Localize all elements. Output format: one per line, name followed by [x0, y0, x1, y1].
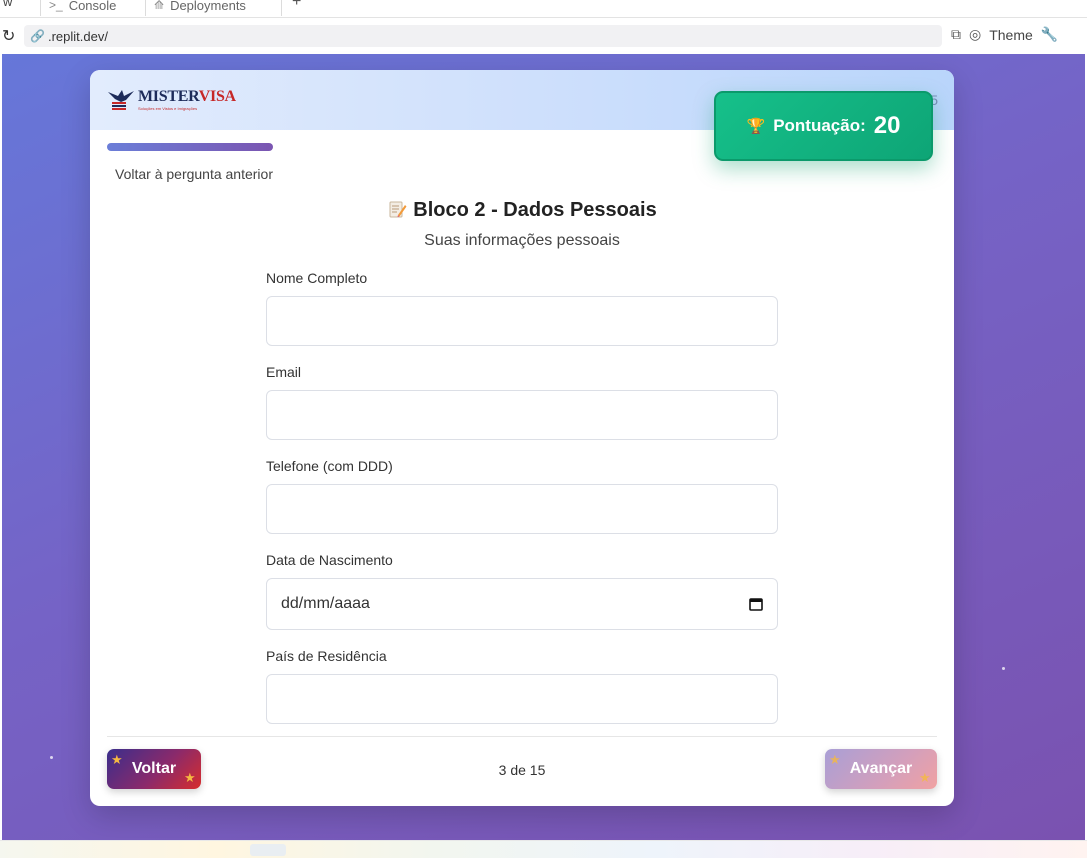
mistervisa-logo: MISTERVISA Soluções em Vistos e Imigraçõ… — [106, 82, 236, 112]
browser-tools: ⧉ ◎ Theme 🔧 — [951, 26, 1058, 43]
full-name-label: Nome Completo — [266, 270, 368, 286]
block-title: Bloco 2 - Dados Pessoais — [90, 199, 954, 222]
score-label: Pontuação: — [773, 116, 866, 135]
browser-tab-bar: w >_ Console ⟰ Deployments + — [0, 0, 1087, 18]
birthdate-label: Data de Nascimento — [266, 552, 393, 568]
new-tab-button[interactable]: + — [292, 0, 301, 11]
phone-field[interactable] — [266, 484, 778, 534]
trophy-icon: 🏆 — [746, 118, 766, 135]
star-icon: ★ — [919, 770, 931, 785]
email-field[interactable] — [266, 390, 778, 440]
block-subtitle: Suas informações pessoais — [424, 232, 620, 249]
link-icon: 🔗 — [30, 29, 45, 43]
deploy-icon: ⟰ — [154, 0, 165, 12]
country-label: País de Residência — [266, 648, 387, 664]
progress-bar — [107, 143, 273, 151]
bottom-strip — [0, 840, 1087, 858]
score-value: 20 — [873, 112, 901, 139]
devices-icon[interactable]: ⧉ — [951, 26, 961, 43]
brand-name: MISTERVISA — [138, 88, 236, 105]
footer-divider — [107, 736, 937, 737]
brand-tagline: Soluções em Vistos e Imigrações — [138, 106, 198, 111]
tab-deployments[interactable]: ⟰ Deployments — [146, 0, 282, 16]
next-button[interactable]: ★ Avançar ★ — [825, 749, 937, 789]
wrench-icon[interactable]: 🔧 — [1041, 26, 1058, 43]
tab-label: Console — [68, 0, 117, 13]
birthdate-field[interactable]: dd/mm/aaaa — [266, 578, 778, 630]
tab-console[interactable]: >_ Console — [40, 0, 146, 16]
palette-icon[interactable]: ◎ — [969, 26, 981, 43]
address-bar: ↻ 🔗 .replit.dev/ ⧉ ◎ Theme 🔧 — [0, 18, 1087, 52]
email-label: Email — [266, 364, 302, 380]
strip-pill — [250, 844, 286, 856]
sparkle-dot — [50, 756, 53, 759]
terminal-icon: >_ — [49, 0, 63, 12]
url-field[interactable]: 🔗 .replit.dev/ — [24, 25, 942, 47]
phone-label: Telefone (com DDD) — [266, 458, 393, 474]
previous-question-link[interactable]: Voltar à pergunta anterior — [115, 166, 273, 182]
cut-tab-text: w — [3, 0, 13, 9]
memo-icon — [389, 201, 407, 218]
calendar-icon[interactable] — [749, 597, 763, 611]
quiz-card: MISTERVISA Soluções em Vistos e Imigraçõ… — [90, 70, 954, 806]
theme-button[interactable]: Theme — [989, 27, 1033, 43]
sparkle-dot — [1002, 667, 1005, 670]
url-text: .replit.dev/ — [47, 28, 108, 44]
birthdate-placeholder: dd/mm/aaaa — [281, 595, 370, 612]
full-name-field[interactable] — [266, 296, 778, 346]
star-icon: ★ — [829, 752, 841, 767]
tab-label: Deployments — [170, 0, 246, 13]
reload-icon[interactable]: ↻ — [2, 26, 15, 46]
score-badge: 🏆 Pontuação: 20 — [714, 91, 933, 161]
eagle-flag-icon — [108, 90, 134, 110]
country-field[interactable] — [266, 674, 778, 724]
